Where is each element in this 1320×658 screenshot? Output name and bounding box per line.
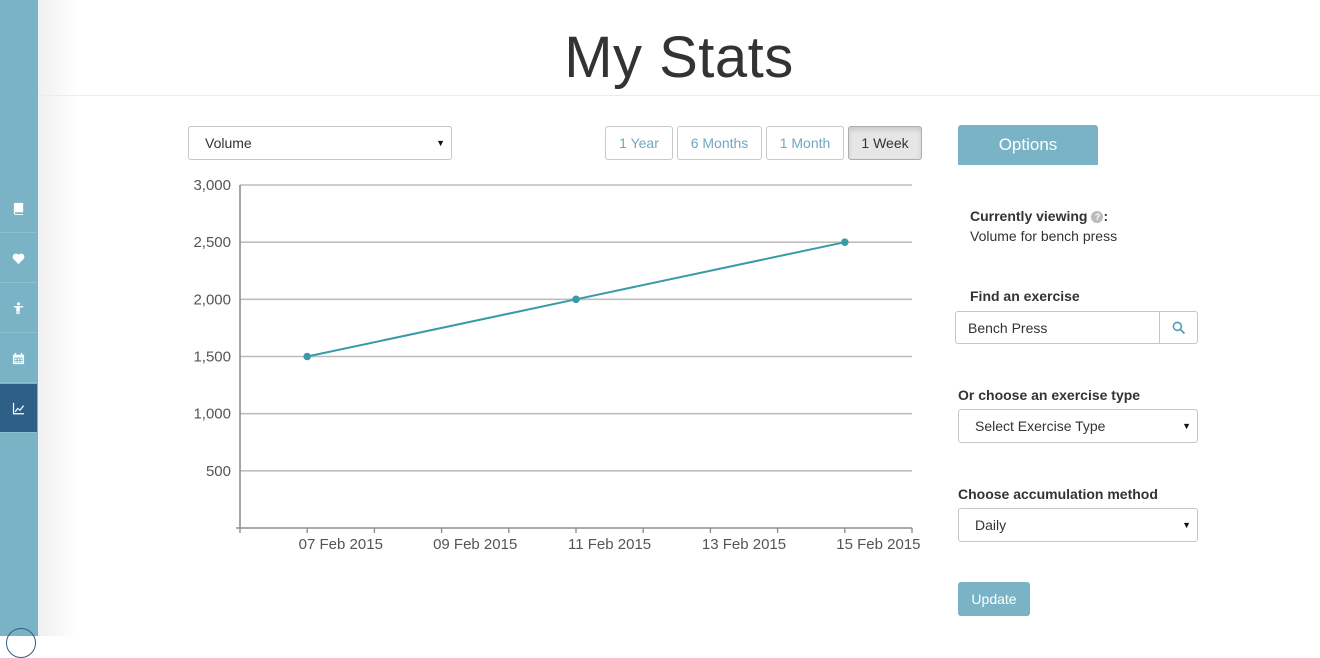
line-chart-icon [12, 402, 25, 414]
x-tick-label: 07 Feb 2015 [299, 536, 383, 553]
sidebar [0, 0, 38, 658]
currently-viewing-colon: : [1103, 208, 1109, 224]
sidebar-item-journal[interactable] [0, 184, 37, 233]
y-tick-label: 2,000 [193, 291, 231, 308]
currently-viewing-value: Volume for bench press [970, 228, 1118, 244]
accumulation-label: Choose accumulation method [958, 486, 1158, 502]
sidebar-item-calendar[interactable] [0, 334, 37, 383]
y-tick-label: 1,500 [193, 349, 231, 366]
user-avatar[interactable] [6, 628, 36, 658]
figure-icon [13, 301, 24, 314]
book-icon [13, 202, 24, 215]
accumulation-select[interactable]: Daily ▼ [958, 508, 1198, 542]
search-icon [1172, 321, 1185, 334]
data-point [572, 295, 580, 304]
calendar-icon [12, 352, 25, 364]
metric-select-value: Volume [205, 135, 252, 151]
update-button[interactable]: Update [958, 582, 1030, 616]
page-title: My Stats [564, 25, 794, 90]
accumulation-select-value: Daily [975, 517, 1007, 533]
heart-icon [12, 253, 25, 264]
currently-viewing-label-text: Currently viewing [970, 208, 1088, 224]
y-tick-label: 500 [206, 463, 231, 480]
data-point [841, 238, 849, 246]
currently-viewing-label: Currently viewing?: [970, 208, 1108, 224]
tab-options[interactable]: Options [958, 125, 1098, 165]
metric-select[interactable]: Volume ▼ [188, 126, 452, 160]
range-button-1-week[interactable]: 1 Week [848, 126, 922, 160]
exercise-type-select[interactable]: Select Exercise Type ▼ [958, 409, 1198, 443]
sidebar-item-favorites[interactable] [0, 234, 37, 283]
y-tick-label: 2,500 [193, 234, 231, 251]
x-tick-label: 09 Feb 2015 [433, 536, 517, 553]
find-exercise-label: Find an exercise [970, 288, 1080, 304]
y-tick-label: 3,000 [193, 177, 231, 194]
exercise-type-label: Or choose an exercise type [958, 387, 1141, 403]
exercise-search-input[interactable] [956, 312, 1160, 343]
x-tick-label: 13 Feb 2015 [702, 536, 786, 553]
x-tick-label: 15 Feb 2015 [836, 536, 920, 553]
sidebar-item-exercises[interactable] [0, 284, 37, 333]
search-button[interactable] [1159, 312, 1197, 343]
range-button-6-months[interactable]: 6 Months [677, 126, 762, 160]
header-divider [38, 95, 1320, 96]
data-point [303, 352, 311, 361]
help-icon[interactable]: ? [1091, 211, 1104, 223]
sidebar-item-stats[interactable] [0, 384, 37, 433]
range-button-1-month[interactable]: 1 Month [766, 126, 844, 160]
exercise-type-select-value: Select Exercise Type [975, 418, 1106, 434]
exercise-search-group [955, 311, 1198, 344]
y-tick-label: 1,000 [193, 406, 231, 423]
chevron-down-icon: ▼ [436, 138, 445, 148]
chevron-down-icon: ▼ [1182, 520, 1191, 530]
chevron-down-icon: ▼ [1182, 421, 1191, 431]
range-button-1-year[interactable]: 1 Year [605, 126, 673, 160]
volume-line-chart: 500 1,000 1,500 2,000 2,500 3,000 07 Feb 2015 0… [193, 177, 920, 553]
x-tick-label: 11 Feb 2015 [568, 536, 651, 553]
